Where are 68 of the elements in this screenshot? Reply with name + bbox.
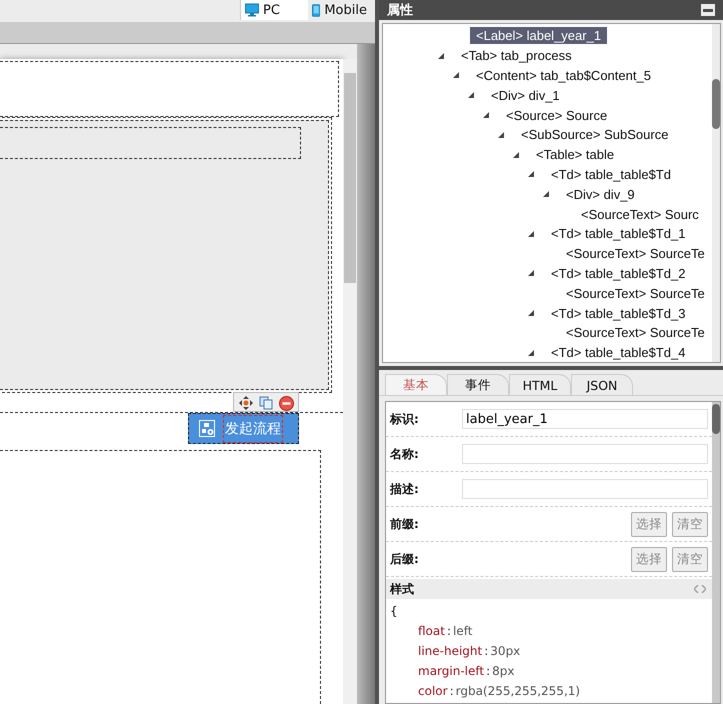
phone-icon (312, 2, 320, 18)
delete-icon[interactable] (278, 396, 294, 410)
expanded-triangle-icon[interactable] (468, 92, 474, 98)
expanded-triangle-icon[interactable] (483, 112, 489, 118)
tree-node[interactable]: <SourceText> SourceTe (560, 284, 711, 302)
css-property: color (418, 684, 448, 698)
expanded-triangle-icon[interactable] (528, 350, 534, 356)
view-tab[interactable]: Mobile (308, 0, 375, 20)
property-tab[interactable]: JSON (571, 374, 633, 395)
property-tab[interactable]: HTML (509, 374, 571, 395)
css-value: 8px (492, 664, 514, 678)
field-label: 描述: (390, 480, 420, 498)
code-colon: : (446, 624, 452, 638)
code-colon: : (486, 664, 490, 678)
tree-node[interactable]: <Td> table_table$Td_3 (545, 304, 692, 322)
tree-node[interactable]: <SubSource> SubSource (515, 126, 674, 144)
panel-title: 属性 (387, 2, 413, 19)
css-value: left (453, 624, 472, 638)
scrollbar[interactable] (712, 402, 720, 703)
monitor-icon (245, 3, 259, 17)
expanded-triangle-icon[interactable] (528, 270, 534, 276)
property-tab[interactable]: 基本 (385, 374, 447, 395)
field-label: 后缀: (390, 550, 420, 568)
tree-node[interactable]: <Content> tab_tab$Content_5 (470, 66, 657, 84)
property-tab[interactable]: 事件 (447, 374, 509, 395)
tree-node[interactable]: <SourceText> Sourc (575, 206, 705, 223)
expanded-triangle-icon[interactable] (528, 310, 534, 316)
code-brace: { (390, 604, 398, 618)
expanded-triangle-icon[interactable] (543, 191, 549, 198)
scrollbar[interactable] (343, 59, 357, 704)
minimize-icon[interactable] (701, 4, 715, 16)
field-label: 前缀: (390, 516, 420, 532)
tree-node[interactable]: <Label> label_year_1 (470, 27, 608, 44)
tree-node[interactable]: <Td> table_table$Td_4 (545, 344, 692, 362)
input-field[interactable] (462, 444, 708, 464)
css-property: margin-left (418, 664, 484, 678)
css-property: float (418, 624, 445, 638)
expanded-triangle-icon[interactable] (453, 72, 459, 78)
css-value: rgba(255,255,255,1) (456, 684, 580, 698)
css-value: 30px (490, 644, 520, 658)
input-field[interactable] (462, 479, 708, 499)
expanded-triangle-icon[interactable] (513, 152, 519, 158)
expanded-triangle-icon[interactable] (528, 230, 534, 237)
section-title: 样式 (390, 580, 414, 598)
field-label: 名称: (390, 446, 420, 462)
scrollbar[interactable] (712, 24, 720, 362)
tree-node[interactable]: <Div> div_9 (560, 186, 641, 203)
code-colon: : (484, 644, 488, 658)
copy-icon[interactable] (259, 396, 273, 410)
tree-node[interactable]: <Td> table_table$Td (545, 166, 677, 183)
tree-node[interactable]: <Td> table_table$Td_2 (545, 264, 692, 282)
tree-node[interactable]: <Table> table (530, 146, 620, 164)
expanded-triangle-icon[interactable] (498, 132, 504, 138)
css-property: line-height (418, 644, 482, 658)
tree-node[interactable]: <Source> Source (500, 106, 614, 124)
move-icon[interactable] (239, 396, 253, 410)
flowchart-icon (199, 420, 215, 437)
field-label: 标识: (390, 410, 420, 428)
expanded-triangle-icon[interactable] (528, 171, 534, 178)
code-colon: : (450, 684, 454, 698)
input-field[interactable]: label_year_1 (462, 409, 708, 429)
tree-node[interactable]: <Td> table_table$Td_1 (545, 225, 692, 242)
expanded-triangle-icon[interactable] (438, 52, 444, 59)
view-tab[interactable]: PC (240, 0, 308, 20)
tree-node[interactable]: <SourceText> SourceTe (560, 324, 711, 342)
tree-node[interactable]: <Div> div_1 (485, 86, 566, 104)
tree-node[interactable]: <Tab> tab_process (455, 47, 578, 64)
tree-node[interactable]: <SourceText> SourceTe (560, 245, 711, 262)
